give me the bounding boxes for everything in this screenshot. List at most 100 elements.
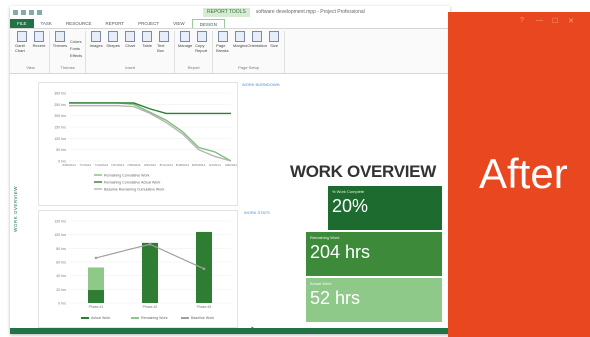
fonts-dropdown[interactable]: Fonts <box>70 46 82 51</box>
y-tick-label: 300 hrs <box>54 92 66 96</box>
document-title: software development.mpp - Project Profe… <box>255 9 365 15</box>
legend-swatch <box>131 317 139 319</box>
quick-access-toolbar <box>13 9 73 15</box>
table-button[interactable]: Table <box>140 31 154 65</box>
themes-icon <box>55 31 65 42</box>
tab-project[interactable]: PROJECT <box>131 19 166 28</box>
legend-label: Remaining Work <box>141 316 168 320</box>
orientation-icon <box>252 31 263 42</box>
title-bar: REPORT TOOLS software development.mpp - … <box>10 6 450 18</box>
x-tick-label: 8/25/2014 <box>192 163 206 167</box>
kpi-label: Remaining Work <box>310 235 340 240</box>
y-tick-label: 0 hrs <box>58 302 66 306</box>
y-tick-label: 100 hrs <box>54 233 66 237</box>
context-tab-label: REPORT TOOLS <box>203 7 250 17</box>
bar-remaining-work <box>88 267 104 291</box>
y-tick-label: 60 hrs <box>56 261 66 265</box>
kpi-label: % Work Complete <box>332 189 365 194</box>
manage-icon <box>180 31 191 42</box>
series-line <box>69 102 232 162</box>
text-box-icon <box>159 31 170 42</box>
work-stats-link[interactable]: WORK STATS <box>244 210 270 215</box>
close-icon[interactable]: ✕ <box>568 17 574 25</box>
tab-resource[interactable]: RESOURCE <box>59 19 99 28</box>
text-box-button[interactable]: Text Box <box>157 31 171 65</box>
margins-button[interactable]: Margins <box>233 31 247 65</box>
orientation-button[interactable]: Orientation <box>247 31 267 65</box>
kpi-actual-work[interactable]: Actual Work 52 hrs <box>306 278 442 322</box>
shapes-icon <box>108 31 119 42</box>
ribbon-group-report: Manage Copy Report Report <box>175 31 214 73</box>
bar-actual-work <box>196 231 212 303</box>
tab-report[interactable]: REPORT <box>98 19 131 28</box>
baseline-point <box>94 256 98 260</box>
y-tick-label: 150 hrs <box>54 126 66 130</box>
recent-button[interactable]: Recent <box>32 31 46 65</box>
size-button[interactable]: Size <box>267 31 281 65</box>
legend-label: Baseline Work <box>191 316 214 320</box>
save-icon[interactable] <box>21 9 26 15</box>
gantt-chart-icon <box>17 31 27 42</box>
kpi-value: 204 hrs <box>310 242 371 262</box>
recent-icon <box>34 31 44 42</box>
burndown-chart-panel[interactable]: 0 hrs 50 hrs 100 hrs 150 hrs 200 hrs 250 hrs 3… <box>38 82 238 206</box>
x-tick-label: 7/7/2014 <box>79 163 91 167</box>
y-tick-label: 100 hrs <box>54 137 66 141</box>
overview-title: WORK OVERVIEW <box>290 162 436 181</box>
work-stats-bar-chart: 0 hrs 20 hrs 40 hrs 60 hrs 80 hrs 100 hrs 120 … <box>54 220 231 320</box>
legend-label: Remaining Cumulative Actual Work <box>104 180 160 184</box>
tab-task[interactable]: TASK <box>34 19 59 28</box>
shapes-button[interactable]: Shapes <box>106 31 120 65</box>
bar-actual-work <box>88 290 104 303</box>
tab-view[interactable]: VIEW <box>166 19 192 28</box>
themes-button[interactable]: Themes <box>53 31 67 65</box>
work-stats-chart-panel[interactable]: 0 hrs 20 hrs 40 hrs 60 hrs 80 hrs 100 hrs 120 … <box>38 210 238 328</box>
x-tick-label: 6/30/2014 <box>62 163 76 167</box>
x-tick-label: Phase #2 <box>143 305 158 309</box>
maximize-icon[interactable]: ☐ <box>552 17 558 25</box>
chart-icon <box>125 31 136 42</box>
y-tick-label: 120 hrs <box>54 220 66 224</box>
legend-label: Remaining Cumulative Work <box>104 173 150 177</box>
effects-dropdown[interactable]: Effects <box>70 53 82 58</box>
colors-dropdown[interactable]: Colors <box>70 39 82 44</box>
ribbon-tabs: FILE TASK RESOURCE REPORT PROJECT VIEW D… <box>10 18 450 28</box>
copy-report-button[interactable]: Copy Report <box>195 31 209 65</box>
report-canvas: WORK OVERVIEW 0 hrs 50 hrs 100 hrs 150 hrs 2… <box>10 76 450 334</box>
chart-button[interactable]: Chart <box>123 31 137 65</box>
tab-design[interactable]: DESIGN <box>191 19 225 28</box>
kpi-value: 20% <box>332 196 369 216</box>
kpi-remaining-work[interactable]: Remaining Work 204 hrs <box>306 232 442 276</box>
project-logo-icon <box>13 9 18 15</box>
minimize-icon[interactable]: — <box>536 17 543 24</box>
x-tick-label: 8/4/2014 <box>144 163 156 167</box>
legend-label: Actual Work <box>91 316 111 320</box>
help-icon[interactable]: ? <box>520 17 524 24</box>
legend-swatch <box>181 317 189 319</box>
legend-swatch <box>81 317 89 319</box>
page-breaks-icon <box>218 31 229 42</box>
table-icon <box>142 31 153 42</box>
legend-label: Baseline Remaining Cumulative Work <box>104 187 164 191</box>
kpi-label: Actual Work <box>310 281 332 286</box>
tab-file[interactable]: FILE <box>10 19 34 28</box>
gantt-chart-button[interactable]: Gantt Chart <box>15 31 29 65</box>
manage-button[interactable]: Manage <box>178 31 192 65</box>
redo-icon[interactable] <box>37 9 42 15</box>
undo-icon[interactable] <box>29 9 34 15</box>
page-breaks-button[interactable]: Page Breaks <box>216 31 230 65</box>
images-button[interactable]: Images <box>89 31 103 65</box>
project-window: REPORT TOOLS software development.mpp - … <box>10 6 450 334</box>
x-tick-label: 8/18/2014 <box>176 163 190 167</box>
kpi-work-complete[interactable]: % Work Complete 20% <box>328 186 442 230</box>
work-burndown-link[interactable]: WORK BURNDOWN <box>242 82 280 87</box>
x-tick-label: 7/21/2014 <box>111 163 125 167</box>
size-icon <box>269 31 280 42</box>
baseline-point <box>202 267 206 271</box>
y-tick-label: 20 hrs <box>56 288 66 292</box>
x-tick-label: 7/28/2014 <box>127 163 141 167</box>
x-tick-label: 9/1/2014 <box>209 163 221 167</box>
bar-actual-work <box>142 242 158 303</box>
copy-report-icon <box>197 31 208 42</box>
x-tick-label: 7/14/2014 <box>95 163 109 167</box>
